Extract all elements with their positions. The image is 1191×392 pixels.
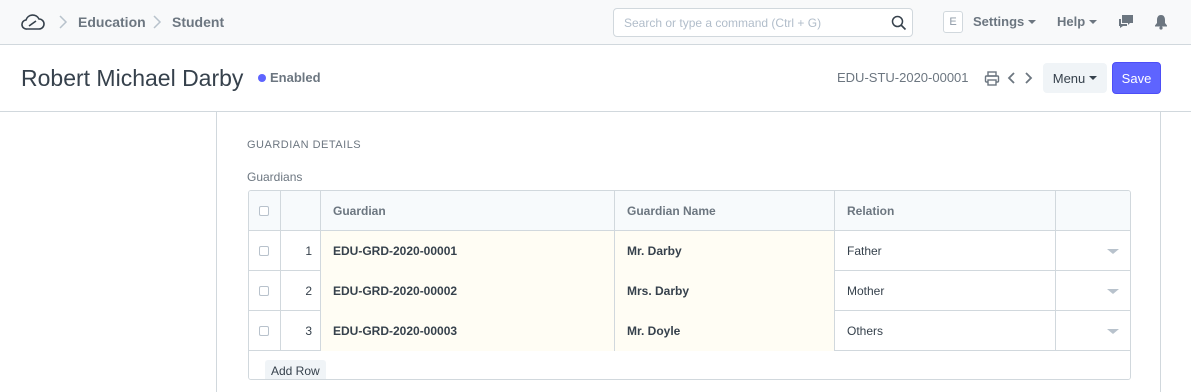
navbar: Education Student E Settings Help	[0, 0, 1191, 45]
avatar[interactable]: E	[943, 11, 963, 33]
printer-icon[interactable]	[984, 69, 1000, 87]
settings-label: Settings	[973, 14, 1025, 29]
table-row[interactable]: 1 EDU-GRD-2020-00001 Mr. Darby Father	[249, 231, 1130, 271]
row-checkbox[interactable]	[259, 326, 269, 336]
save-button[interactable]: Save	[1112, 62, 1161, 94]
guardian-name-cell[interactable]: Mr. Darby	[615, 231, 835, 271]
document-id: EDU-STU-2020-00001	[837, 70, 969, 85]
row-index: 1	[281, 231, 321, 271]
breadcrumb-education[interactable]: Education	[78, 14, 146, 30]
header-check-cell	[249, 191, 281, 231]
breadcrumb-student[interactable]: Student	[172, 14, 224, 30]
chevron-right-icon[interactable]	[1020, 69, 1036, 87]
row-check-cell	[249, 231, 281, 271]
row-check-cell	[249, 311, 281, 351]
chevron-left-icon[interactable]	[1004, 69, 1020, 87]
search-icon[interactable]	[891, 15, 907, 31]
help-label: Help	[1057, 14, 1086, 29]
table-footer: Add Row	[249, 351, 1130, 379]
row-expand-icon[interactable]	[1107, 249, 1119, 254]
row-index: 3	[281, 311, 321, 351]
settings-dropdown[interactable]: Settings	[973, 14, 1037, 30]
page-title: Robert Michael Darby	[21, 65, 244, 91]
status-indicator-dot	[258, 74, 266, 82]
relation-cell[interactable]: Father	[835, 231, 1056, 271]
guardian-cell[interactable]: EDU-GRD-2020-00002	[321, 271, 615, 311]
chat-icon[interactable]	[1117, 13, 1135, 31]
chevron-down-icon	[1028, 19, 1037, 24]
menu-label: Menu	[1052, 70, 1086, 86]
chevron-down-icon	[1089, 76, 1098, 81]
add-row-button[interactable]: Add Row	[265, 360, 326, 379]
row-check-cell	[249, 271, 281, 311]
table-header-row: Guardian Guardian Name Relation	[249, 191, 1130, 231]
field-label-guardians: Guardians	[247, 170, 303, 184]
bell-icon[interactable]	[1152, 13, 1170, 31]
table-row[interactable]: 3 EDU-GRD-2020-00003 Mr. Doyle Others	[249, 311, 1130, 351]
header-action-cell	[1056, 191, 1130, 231]
chevron-down-icon	[1089, 19, 1098, 24]
form-body: GUARDIAN DETAILS Guardians Guardian Guar…	[216, 112, 1161, 392]
header-index-cell	[281, 191, 321, 231]
row-index: 2	[281, 271, 321, 311]
guardian-cell[interactable]: EDU-GRD-2020-00001	[321, 231, 615, 271]
table-row[interactable]: 2 EDU-GRD-2020-00002 Mrs. Darby Mother	[249, 271, 1130, 311]
column-header-guardian[interactable]: Guardian	[321, 191, 615, 231]
guardian-name-cell[interactable]: Mrs. Darby	[615, 271, 835, 311]
row-action-cell	[1056, 311, 1130, 351]
row-action-cell	[1056, 231, 1130, 271]
menu-button[interactable]: Menu	[1043, 63, 1107, 93]
guardians-table: Guardian Guardian Name Relation 1 EDU-GR…	[248, 190, 1131, 380]
row-checkbox[interactable]	[259, 286, 269, 296]
search-box	[613, 8, 913, 37]
row-action-cell	[1056, 271, 1130, 311]
status-badge: Enabled	[270, 70, 321, 85]
help-dropdown[interactable]: Help	[1057, 14, 1098, 30]
breadcrumb-chevron-icon	[153, 15, 162, 29]
relation-cell[interactable]: Others	[835, 311, 1056, 351]
row-checkbox[interactable]	[259, 246, 269, 256]
search-input[interactable]	[614, 9, 889, 36]
relation-cell[interactable]: Mother	[835, 271, 1056, 311]
cloud-logo-icon[interactable]	[21, 12, 45, 32]
row-expand-icon[interactable]	[1107, 329, 1119, 334]
guardian-name-cell[interactable]: Mr. Doyle	[615, 311, 835, 351]
guardian-cell[interactable]: EDU-GRD-2020-00003	[321, 311, 615, 351]
select-all-checkbox[interactable]	[259, 206, 269, 216]
column-header-guardian-name[interactable]: Guardian Name	[615, 191, 835, 231]
breadcrumb-chevron-icon	[59, 15, 68, 29]
column-header-relation[interactable]: Relation	[835, 191, 1056, 231]
row-expand-icon[interactable]	[1107, 289, 1119, 294]
page-head: Robert Michael Darby Enabled EDU-STU-202…	[0, 45, 1191, 112]
section-heading: GUARDIAN DETAILS	[247, 139, 362, 151]
